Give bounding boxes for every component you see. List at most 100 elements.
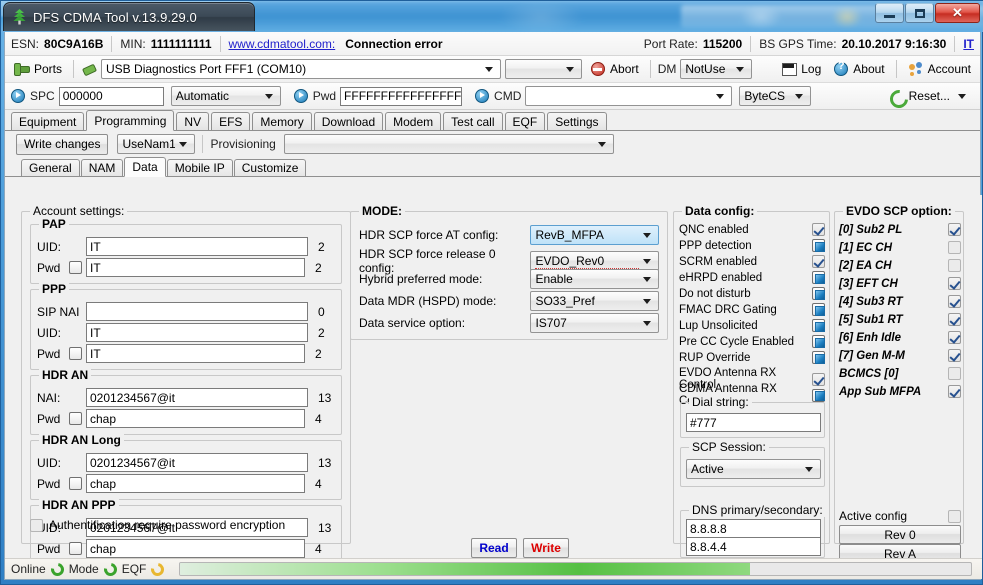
data-config-item[interactable]: Pre CC Cycle Enabled bbox=[679, 335, 825, 348]
data-config-item-checkbox[interactable] bbox=[812, 389, 825, 402]
data-config-item-checkbox[interactable] bbox=[812, 351, 825, 364]
evdo-scp-item[interactable]: App Sub MFPA bbox=[839, 385, 961, 398]
encryption-checkbox[interactable] bbox=[30, 519, 43, 532]
field-input[interactable]: 0201234567@it bbox=[86, 453, 308, 472]
evdo-scp-item-checkbox[interactable] bbox=[948, 313, 961, 326]
data-config-item-checkbox[interactable] bbox=[812, 335, 825, 348]
cdmatool-website-link[interactable]: www.cdmatool.com: bbox=[229, 37, 336, 51]
field-input[interactable]: chap bbox=[86, 474, 305, 493]
main-tab-eqf[interactable]: EQF bbox=[505, 112, 546, 130]
dial-string-input[interactable]: #777 bbox=[686, 413, 821, 432]
evdo-scp-item-checkbox[interactable] bbox=[948, 223, 961, 236]
evdo-scp-item[interactable]: [6] Enh Idle bbox=[839, 331, 961, 344]
data-config-item-checkbox[interactable] bbox=[812, 287, 825, 300]
evdo-scp-item-checkbox[interactable] bbox=[948, 295, 961, 308]
main-tab-settings[interactable]: Settings bbox=[547, 112, 606, 130]
language-link-it[interactable]: IT bbox=[963, 37, 974, 51]
field-enable-checkbox[interactable] bbox=[69, 477, 82, 490]
data-config-item[interactable]: FMAC DRC Gating bbox=[679, 303, 825, 316]
field-input[interactable]: chap bbox=[86, 539, 305, 558]
write-button[interactable]: Write bbox=[523, 538, 569, 558]
dns-secondary-input[interactable]: 8.8.4.4 bbox=[686, 537, 821, 556]
field-input[interactable]: chap bbox=[86, 409, 305, 428]
sub-tab-data[interactable]: Data bbox=[124, 157, 165, 177]
cmd-select[interactable] bbox=[525, 86, 732, 106]
main-tab-programming[interactable]: Programming bbox=[86, 110, 174, 131]
evdo-scp-item[interactable]: [4] Sub3 RT bbox=[839, 295, 961, 308]
data-config-item[interactable]: PPP detection bbox=[679, 239, 825, 252]
evdo-scp-item[interactable]: [3] EFT CH bbox=[839, 277, 961, 290]
field-enable-checkbox[interactable] bbox=[69, 542, 82, 555]
evdo-scp-item-checkbox[interactable] bbox=[948, 367, 961, 380]
evdo-scp-item-checkbox[interactable] bbox=[948, 241, 961, 254]
data-config-item[interactable]: Do not disturb bbox=[679, 287, 825, 300]
eqf-refresh-icon[interactable] bbox=[151, 563, 164, 576]
evdo-scp-item[interactable]: [5] Sub1 RT bbox=[839, 313, 961, 326]
field-enable-checkbox[interactable] bbox=[69, 412, 82, 425]
field-input[interactable]: IT bbox=[86, 344, 305, 363]
data-config-item[interactable]: Lup Unsolicited bbox=[679, 319, 825, 332]
dns-primary-input[interactable]: 8.8.8.8 bbox=[686, 519, 821, 538]
evdo-scp-item[interactable]: BCMCS [0] bbox=[839, 367, 961, 380]
about-button[interactable]: About bbox=[829, 60, 888, 78]
mode-row-select[interactable]: Enable bbox=[530, 269, 659, 289]
main-tab-test-call[interactable]: Test call bbox=[443, 112, 502, 130]
data-config-item[interactable]: RUP Override bbox=[679, 351, 825, 364]
evdo-scp-item[interactable]: [1] EC CH bbox=[839, 241, 961, 254]
evdo-scp-item-checkbox[interactable] bbox=[948, 385, 961, 398]
cmd-run-icon[interactable] bbox=[474, 88, 490, 104]
sub-tab-general[interactable]: General bbox=[21, 159, 80, 176]
field-enable-checkbox[interactable] bbox=[69, 261, 82, 274]
data-config-item-checkbox[interactable] bbox=[812, 223, 825, 236]
evdo-scp-item[interactable]: [7] Gen M-M bbox=[839, 349, 961, 362]
secondary-select[interactable] bbox=[505, 59, 582, 79]
mode-refresh-icon[interactable] bbox=[104, 563, 117, 576]
field-input[interactable]: IT bbox=[86, 237, 308, 256]
plug-icon[interactable] bbox=[81, 61, 97, 77]
log-button[interactable]: Log bbox=[777, 60, 825, 78]
mode-row-select[interactable]: EVDO_Rev0 bbox=[530, 251, 659, 271]
evdo-scp-item-checkbox[interactable] bbox=[948, 349, 961, 362]
field-input[interactable]: IT bbox=[86, 323, 308, 342]
evdo-scp-item-checkbox[interactable] bbox=[948, 277, 961, 290]
reset-button[interactable]: Reset... bbox=[885, 87, 975, 105]
ports-button[interactable]: Ports bbox=[10, 60, 66, 78]
active-config-checkbox[interactable] bbox=[948, 510, 961, 523]
data-config-item[interactable]: QNC enabled bbox=[679, 223, 825, 236]
online-refresh-icon[interactable] bbox=[51, 563, 64, 576]
provisioning-select[interactable] bbox=[284, 134, 614, 154]
port-select[interactable]: USB Diagnostics Port FFF1 (COM10) bbox=[101, 59, 501, 79]
abort-button[interactable]: Abort bbox=[586, 60, 643, 78]
main-tab-equipment[interactable]: Equipment bbox=[11, 112, 84, 130]
maximize-button[interactable] bbox=[905, 3, 934, 23]
data-config-item[interactable]: SCRM enabled bbox=[679, 255, 825, 268]
rev0-button[interactable]: Rev 0 bbox=[839, 525, 961, 544]
evdo-scp-item[interactable]: [0] Sub2 PL bbox=[839, 223, 961, 236]
main-tab-nv[interactable]: NV bbox=[176, 112, 209, 130]
field-input[interactable]: 0201234567@it bbox=[86, 388, 308, 407]
data-config-item-checkbox[interactable] bbox=[812, 271, 825, 284]
spc-run-icon[interactable] bbox=[10, 88, 26, 104]
data-config-item-checkbox[interactable] bbox=[812, 303, 825, 316]
data-config-item[interactable]: eHRPD enabled bbox=[679, 271, 825, 284]
scp-session-select[interactable]: Active bbox=[686, 459, 821, 479]
pwd-input[interactable]: FFFFFFFFFFFFFFFF bbox=[340, 87, 462, 106]
bytecs-select[interactable]: ByteCS bbox=[739, 86, 811, 106]
account-button[interactable]: Account bbox=[904, 60, 975, 78]
field-enable-checkbox[interactable] bbox=[69, 347, 82, 360]
evdo-scp-item[interactable]: [2] EA CH bbox=[839, 259, 961, 272]
nam-select[interactable]: UseNam1 bbox=[117, 134, 195, 154]
mode-row-select[interactable]: IS707 bbox=[530, 313, 659, 333]
data-config-item-checkbox[interactable] bbox=[812, 255, 825, 268]
data-config-item-checkbox[interactable] bbox=[812, 319, 825, 332]
main-tab-modem[interactable]: Modem bbox=[385, 112, 441, 130]
write-changes-button[interactable]: Write changes bbox=[16, 134, 108, 155]
minimize-button[interactable] bbox=[875, 3, 904, 23]
encryption-option-row[interactable]: Authentification require password encryp… bbox=[30, 518, 285, 532]
field-input[interactable]: IT bbox=[86, 258, 305, 277]
close-button[interactable]: ✕ bbox=[935, 3, 980, 23]
sub-tab-customize[interactable]: Customize bbox=[234, 159, 307, 176]
dm-select[interactable]: NotUse bbox=[680, 59, 752, 79]
pwd-run-icon[interactable] bbox=[293, 88, 309, 104]
mode-row-select[interactable]: SO33_Pref bbox=[530, 291, 659, 311]
